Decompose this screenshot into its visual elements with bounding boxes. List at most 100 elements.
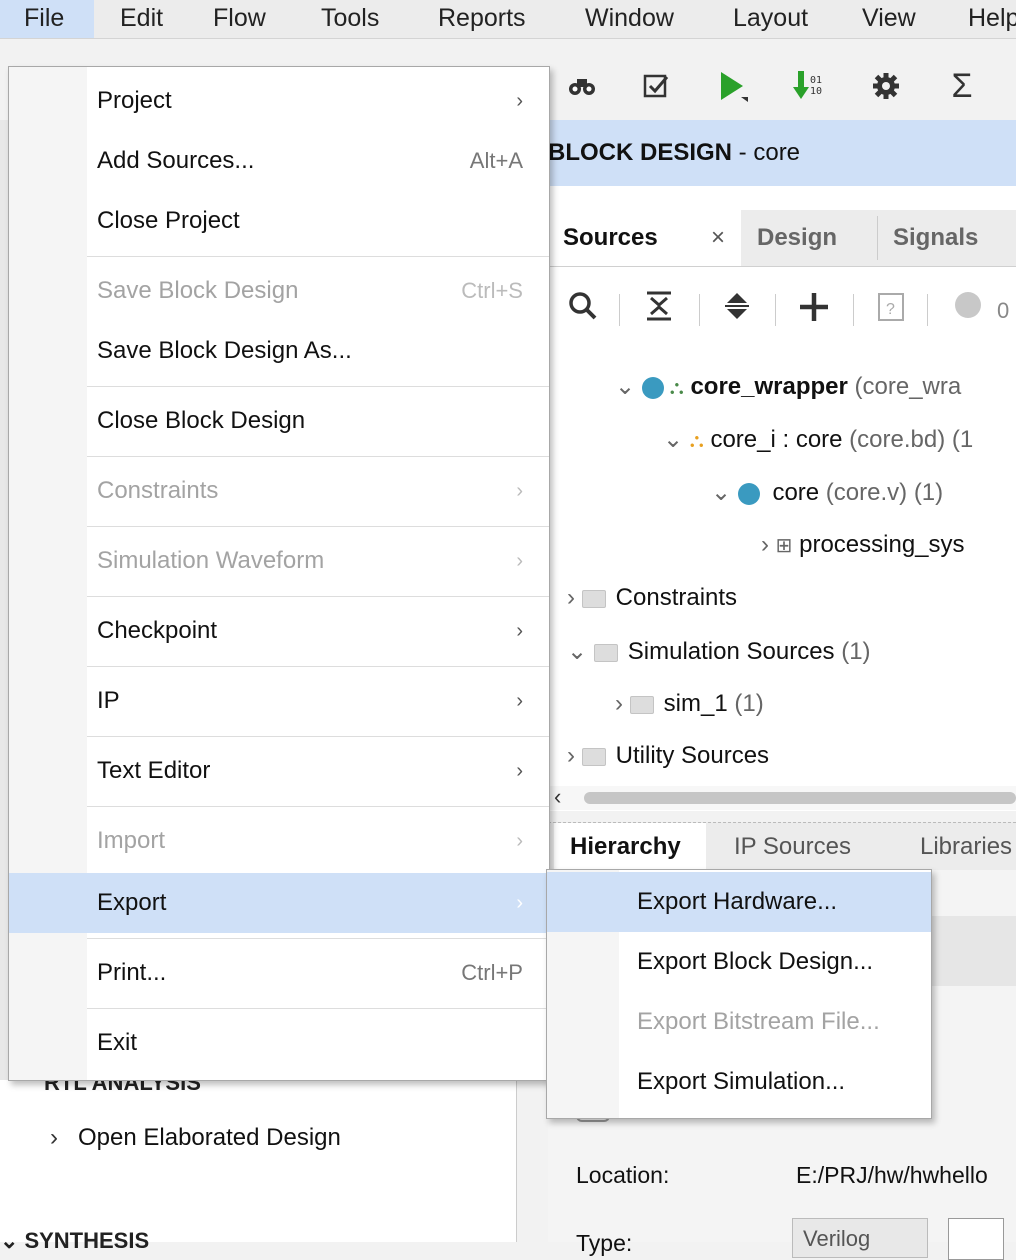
menu-divider	[87, 1008, 549, 1009]
tree-item-core-wrapper[interactable]: ⌄ ⛬ core_wrapper (core_wra	[615, 372, 961, 401]
settings-gear-icon[interactable]	[866, 66, 906, 106]
menu-item-export-block-design[interactable]: Export Block Design...	[547, 932, 931, 992]
add-icon[interactable]	[797, 290, 831, 331]
submenu-arrow-icon: ›	[516, 760, 523, 782]
menu-item-close-project[interactable]: Close Project	[9, 191, 549, 251]
file-menu-dropdown: Project › Add Sources... Alt+A Close Proje…	[8, 66, 550, 1081]
menu-divider	[87, 736, 549, 737]
scroll-left-icon[interactable]: ‹	[554, 784, 561, 810]
toolbar-separator	[619, 294, 620, 326]
menu-item-label: Export Hardware...	[637, 888, 838, 915]
type-browse-button[interactable]	[948, 1218, 1004, 1260]
menu-item-checkpoint[interactable]: Checkpoint ›	[9, 601, 549, 661]
tree-item-suffix: (1)	[834, 638, 871, 665]
menu-item-exit[interactable]: Exit	[9, 1013, 549, 1073]
menu-tools[interactable]: Tools	[321, 0, 379, 38]
tab-sources[interactable]: Sources ×	[549, 210, 741, 266]
tree-item-core-i[interactable]: ⌄ ⛬ core_i : core (core.bd) (1	[663, 425, 973, 454]
submenu-arrow-icon: ›	[516, 550, 523, 572]
header-design-name: - core	[732, 139, 801, 166]
location-label: Location:	[576, 1162, 670, 1188]
program-device-icon[interactable]: 01 10	[788, 66, 828, 106]
menu-item-print[interactable]: Print... Ctrl+P	[9, 943, 549, 1003]
open-elaborated-design-link[interactable]: › Open Elaborated Design	[50, 1124, 341, 1152]
scrollbar-thumb[interactable]	[584, 792, 1016, 804]
menu-item-label: Import	[97, 827, 166, 854]
menu-window[interactable]: Window	[585, 0, 674, 38]
folder-icon	[629, 695, 654, 714]
search-icon[interactable]	[567, 290, 599, 329]
menu-item-add-sources[interactable]: Add Sources... Alt+A	[9, 131, 549, 191]
menu-layout[interactable]: Layout	[733, 0, 808, 38]
menu-item-label: Constraints	[97, 477, 219, 504]
chevron-right-icon: ›	[50, 1124, 58, 1151]
tree-item-label: processing_sys	[799, 531, 965, 558]
tree-item-constraints[interactable]: › Constraints	[567, 584, 737, 612]
svg-text:?: ?	[886, 301, 895, 318]
horizontal-scrollbar[interactable]: ‹	[548, 784, 1016, 810]
export-submenu: Export Hardware... Export Block Design..…	[546, 869, 932, 1119]
menu-item-shortcut: Alt+A	[469, 148, 523, 173]
sigma-icon[interactable]: Σ	[942, 66, 982, 106]
menu-view[interactable]: View	[862, 0, 916, 38]
tab-design[interactable]: Design	[757, 210, 837, 266]
tree-item-label: Simulation Sources	[627, 638, 835, 665]
menu-item-ip[interactable]: IP ›	[9, 671, 549, 731]
tab-ip-sources[interactable]: IP Sources	[734, 823, 851, 871]
tree-item-utility-sources[interactable]: › Utility Sources	[567, 742, 769, 770]
type-select[interactable]: Verilog	[792, 1218, 928, 1258]
menu-help[interactable]: Help	[968, 0, 1016, 38]
menu-file[interactable]: File	[0, 0, 94, 38]
block-design-icon: ⛬	[689, 430, 704, 452]
hierarchy-icon: ⛬	[669, 377, 684, 399]
open-elaborated-design-label: Open Elaborated Design	[78, 1124, 341, 1151]
menu-item-close-block-design[interactable]: Close Block Design	[9, 391, 549, 451]
menu-item-import[interactable]: Import ›	[9, 811, 549, 871]
menu-item-export[interactable]: Export ›	[9, 873, 549, 933]
tree-item-simulation-sources[interactable]: ⌄ Simulation Sources (1)	[567, 637, 871, 666]
menu-item-export-simulation[interactable]: Export Simulation...	[547, 1052, 931, 1112]
menu-item-simulation-waveform[interactable]: Simulation Waveform ›	[9, 531, 549, 591]
tree-item-suffix: (core.v) (1)	[819, 479, 944, 506]
menu-item-save-block-design-as[interactable]: Save Block Design As...	[9, 321, 549, 381]
help-icon[interactable]: ?	[877, 290, 905, 329]
menu-edit[interactable]: Edit	[120, 0, 163, 38]
menu-item-text-editor[interactable]: Text Editor ›	[9, 741, 549, 801]
expand-all-icon[interactable]	[723, 290, 751, 329]
menu-item-save-block-design[interactable]: Save Block Design Ctrl+S	[9, 261, 549, 321]
tree-item-core[interactable]: ⌄ core (core.v) (1)	[711, 478, 943, 507]
tree-item-suffix: (1)	[727, 690, 764, 717]
menu-item-label: Export Bitstream File...	[637, 1008, 880, 1035]
folder-icon	[581, 747, 606, 766]
menu-item-label: Close Project	[97, 207, 240, 234]
status-indicator-icon[interactable]	[953, 290, 983, 327]
tree-item-label: Utility Sources	[615, 742, 770, 769]
menu-item-export-bitstream-file[interactable]: Export Bitstream File...	[547, 992, 931, 1052]
collapse-all-icon[interactable]	[645, 290, 673, 329]
block-design-header: BLOCK DESIGN - core	[548, 120, 1016, 186]
menu-reports[interactable]: Reports	[438, 0, 526, 38]
menu-flow[interactable]: Flow	[213, 0, 266, 38]
status-count: 0	[997, 298, 1010, 323]
location-value: E:/PRJ/hw/hwhello	[796, 1162, 988, 1188]
menu-item-label: Export Simulation...	[637, 1068, 846, 1095]
checklist-icon[interactable]	[636, 66, 676, 106]
menu-divider	[87, 666, 549, 667]
tab-hierarchy[interactable]: Hierarchy	[554, 823, 706, 871]
close-icon[interactable]: ×	[711, 210, 725, 266]
menu-item-label: IP	[97, 687, 120, 714]
module-icon	[641, 376, 664, 399]
menu-item-label: Close Block Design	[97, 407, 306, 434]
tab-signals[interactable]: Signals	[893, 210, 978, 266]
tab-sources-label: Sources	[563, 224, 658, 251]
run-icon[interactable]	[712, 66, 752, 106]
tab-libraries[interactable]: Libraries	[920, 823, 1012, 871]
tree-item-sim-1[interactable]: › sim_1 (1)	[615, 690, 764, 718]
menu-item-export-hardware[interactable]: Export Hardware...	[547, 872, 931, 932]
menu-item-constraints[interactable]: Constraints ›	[9, 461, 549, 521]
module-icon	[737, 482, 760, 505]
menu-item-project[interactable]: Project ›	[9, 71, 549, 131]
tree-item-processing-system[interactable]: › ⊞ processing_sys	[761, 531, 965, 559]
binoculars-icon[interactable]	[562, 66, 602, 106]
sources-panel: Sources × Design Signals ? 0 ⌄ ⛬ core_wr…	[548, 186, 1016, 811]
